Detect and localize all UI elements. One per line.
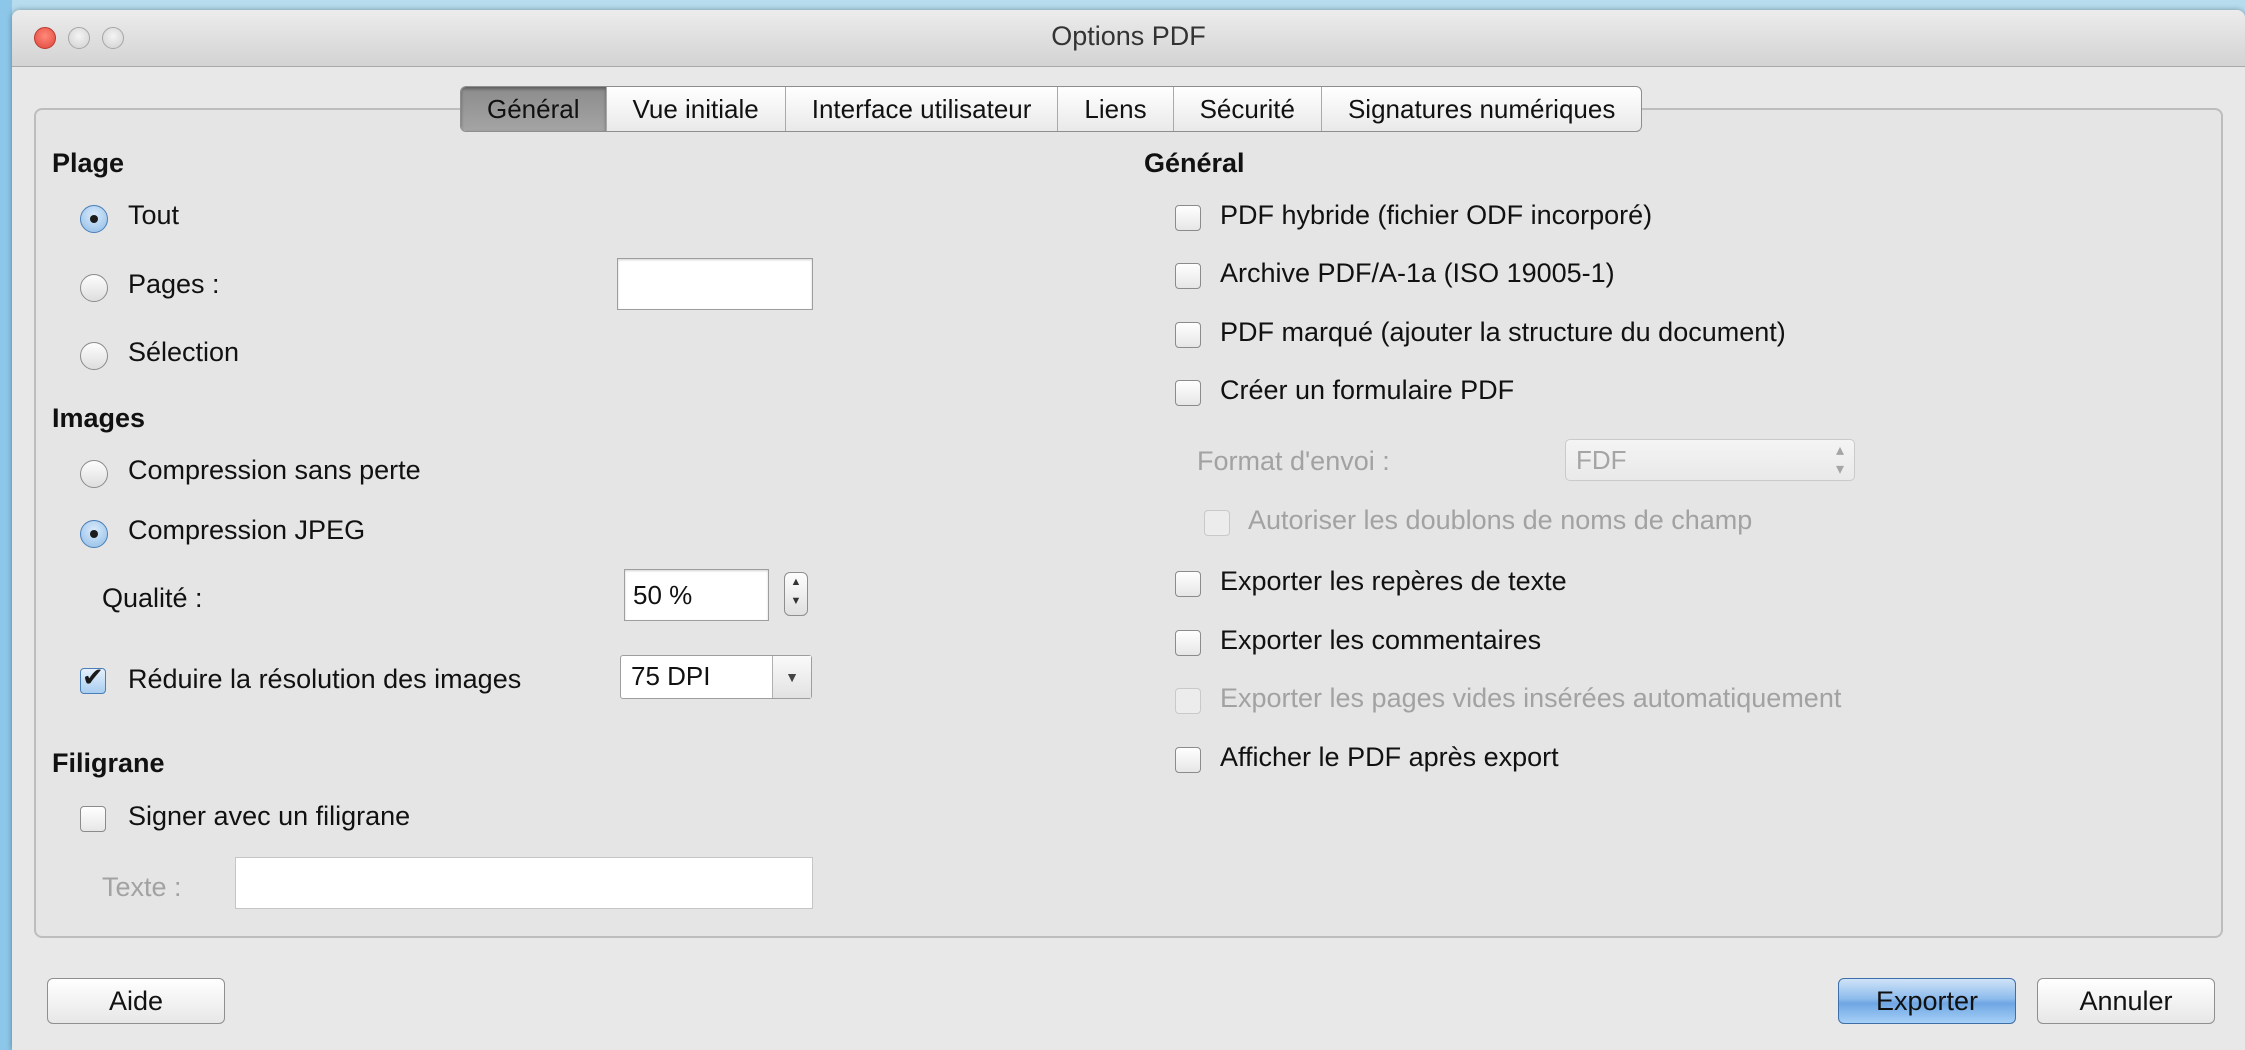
export-blank-pages-checkbox[interactable] — [1175, 688, 1201, 714]
submit-format-value: FDF — [1576, 445, 1627, 475]
archive-pdfa-checkbox[interactable] — [1175, 263, 1201, 289]
cancel-button[interactable]: Annuler — [2037, 978, 2215, 1024]
range-pages-label: Pages : — [128, 269, 220, 299]
reduce-resolution-label: Réduire la résolution des images — [128, 664, 522, 694]
allow-duplicate-names-label: Autoriser les doublons de noms de champ — [1248, 505, 1753, 535]
range-all-label: Tout — [128, 200, 180, 230]
general-section-title: Général — [1144, 148, 1245, 178]
range-selection-label: Sélection — [128, 337, 240, 367]
watermark-section-title: Filigrane — [52, 748, 165, 778]
export-comments-checkbox[interactable] — [1175, 630, 1201, 656]
sign-watermark-label: Signer avec un filigrane — [128, 801, 411, 831]
tab-links[interactable]: Liens — [1058, 87, 1174, 131]
tab-security[interactable]: Sécurité — [1174, 87, 1322, 131]
tab-general[interactable]: Général — [461, 87, 607, 131]
tab-user-interface[interactable]: Interface utilisateur — [786, 87, 1059, 131]
images-section-title: Images — [52, 403, 146, 433]
export-comments-label: Exporter les commentaires — [1220, 625, 1542, 655]
jpeg-compression-label: Compression JPEG — [128, 515, 366, 545]
checkmark-icon: ✔ — [82, 663, 104, 693]
reduce-resolution-checkbox[interactable]: ✔ — [80, 663, 106, 694]
watermark-text-input[interactable] — [235, 857, 813, 909]
watermark-text-label: Texte : — [102, 872, 182, 902]
tab-digital-signatures[interactable]: Signatures numériques — [1322, 87, 1641, 131]
quality-input[interactable]: 50 % — [624, 569, 769, 621]
window-title: Options PDF — [1051, 21, 1206, 51]
jpeg-compression-radio[interactable] — [80, 520, 108, 548]
desktop-edge — [0, 0, 12, 1050]
dpi-value: 75 DPI — [631, 661, 711, 691]
pages-input[interactable] — [617, 258, 813, 310]
submit-format-label: Format d'envoi : — [1197, 446, 1390, 476]
dpi-combobox[interactable]: 75 DPI ▼ — [620, 655, 812, 699]
tab-bar: Général Vue initiale Interface utilisate… — [460, 86, 1643, 132]
view-after-export-label: Afficher le PDF après export — [1220, 742, 1559, 772]
archive-pdfa-label: Archive PDF/A-1a (ISO 19005-1) — [1220, 258, 1615, 288]
quality-label: Qualité : — [102, 583, 203, 613]
range-section-title: Plage — [52, 148, 125, 178]
range-selection-radio[interactable] — [80, 342, 108, 370]
help-button[interactable]: Aide — [47, 978, 225, 1024]
pdf-options-dialog: Options PDF Général Vue initiale Interfa… — [12, 10, 2245, 1050]
tagged-pdf-label: PDF marqué (ajouter la structure du docu… — [1220, 317, 1786, 347]
view-after-export-checkbox[interactable] — [1175, 747, 1201, 773]
up-down-arrows-icon: ▴ ▾ — [1835, 442, 1844, 478]
create-form-label: Créer un formulaire PDF — [1220, 375, 1515, 405]
export-bookmarks-label: Exporter les repères de texte — [1220, 566, 1567, 596]
chevron-down-icon[interactable]: ▼ — [772, 656, 811, 698]
sign-watermark-checkbox[interactable] — [80, 806, 106, 832]
allow-duplicate-names-checkbox[interactable] — [1204, 510, 1230, 536]
hybrid-pdf-label: PDF hybride (fichier ODF incorporé) — [1220, 200, 1653, 230]
lossless-compression-label: Compression sans perte — [128, 455, 421, 485]
quality-stepper[interactable]: ▲ ▼ — [784, 572, 808, 616]
lossless-compression-radio[interactable] — [80, 460, 108, 488]
range-all-radio[interactable] — [80, 205, 108, 233]
tagged-pdf-checkbox[interactable] — [1175, 322, 1201, 348]
submit-format-select[interactable]: FDF ▴ ▾ — [1565, 439, 1855, 481]
range-pages-radio[interactable] — [80, 274, 108, 302]
export-button[interactable]: Exporter — [1838, 978, 2016, 1024]
create-form-checkbox[interactable] — [1175, 380, 1201, 406]
export-blank-pages-label: Exporter les pages vides insérées automa… — [1220, 683, 1842, 713]
hybrid-pdf-checkbox[interactable] — [1175, 205, 1201, 231]
tab-initial-view[interactable]: Vue initiale — [607, 87, 786, 131]
export-bookmarks-checkbox[interactable] — [1175, 571, 1201, 597]
title-bar: Options PDF — [12, 10, 2245, 67]
